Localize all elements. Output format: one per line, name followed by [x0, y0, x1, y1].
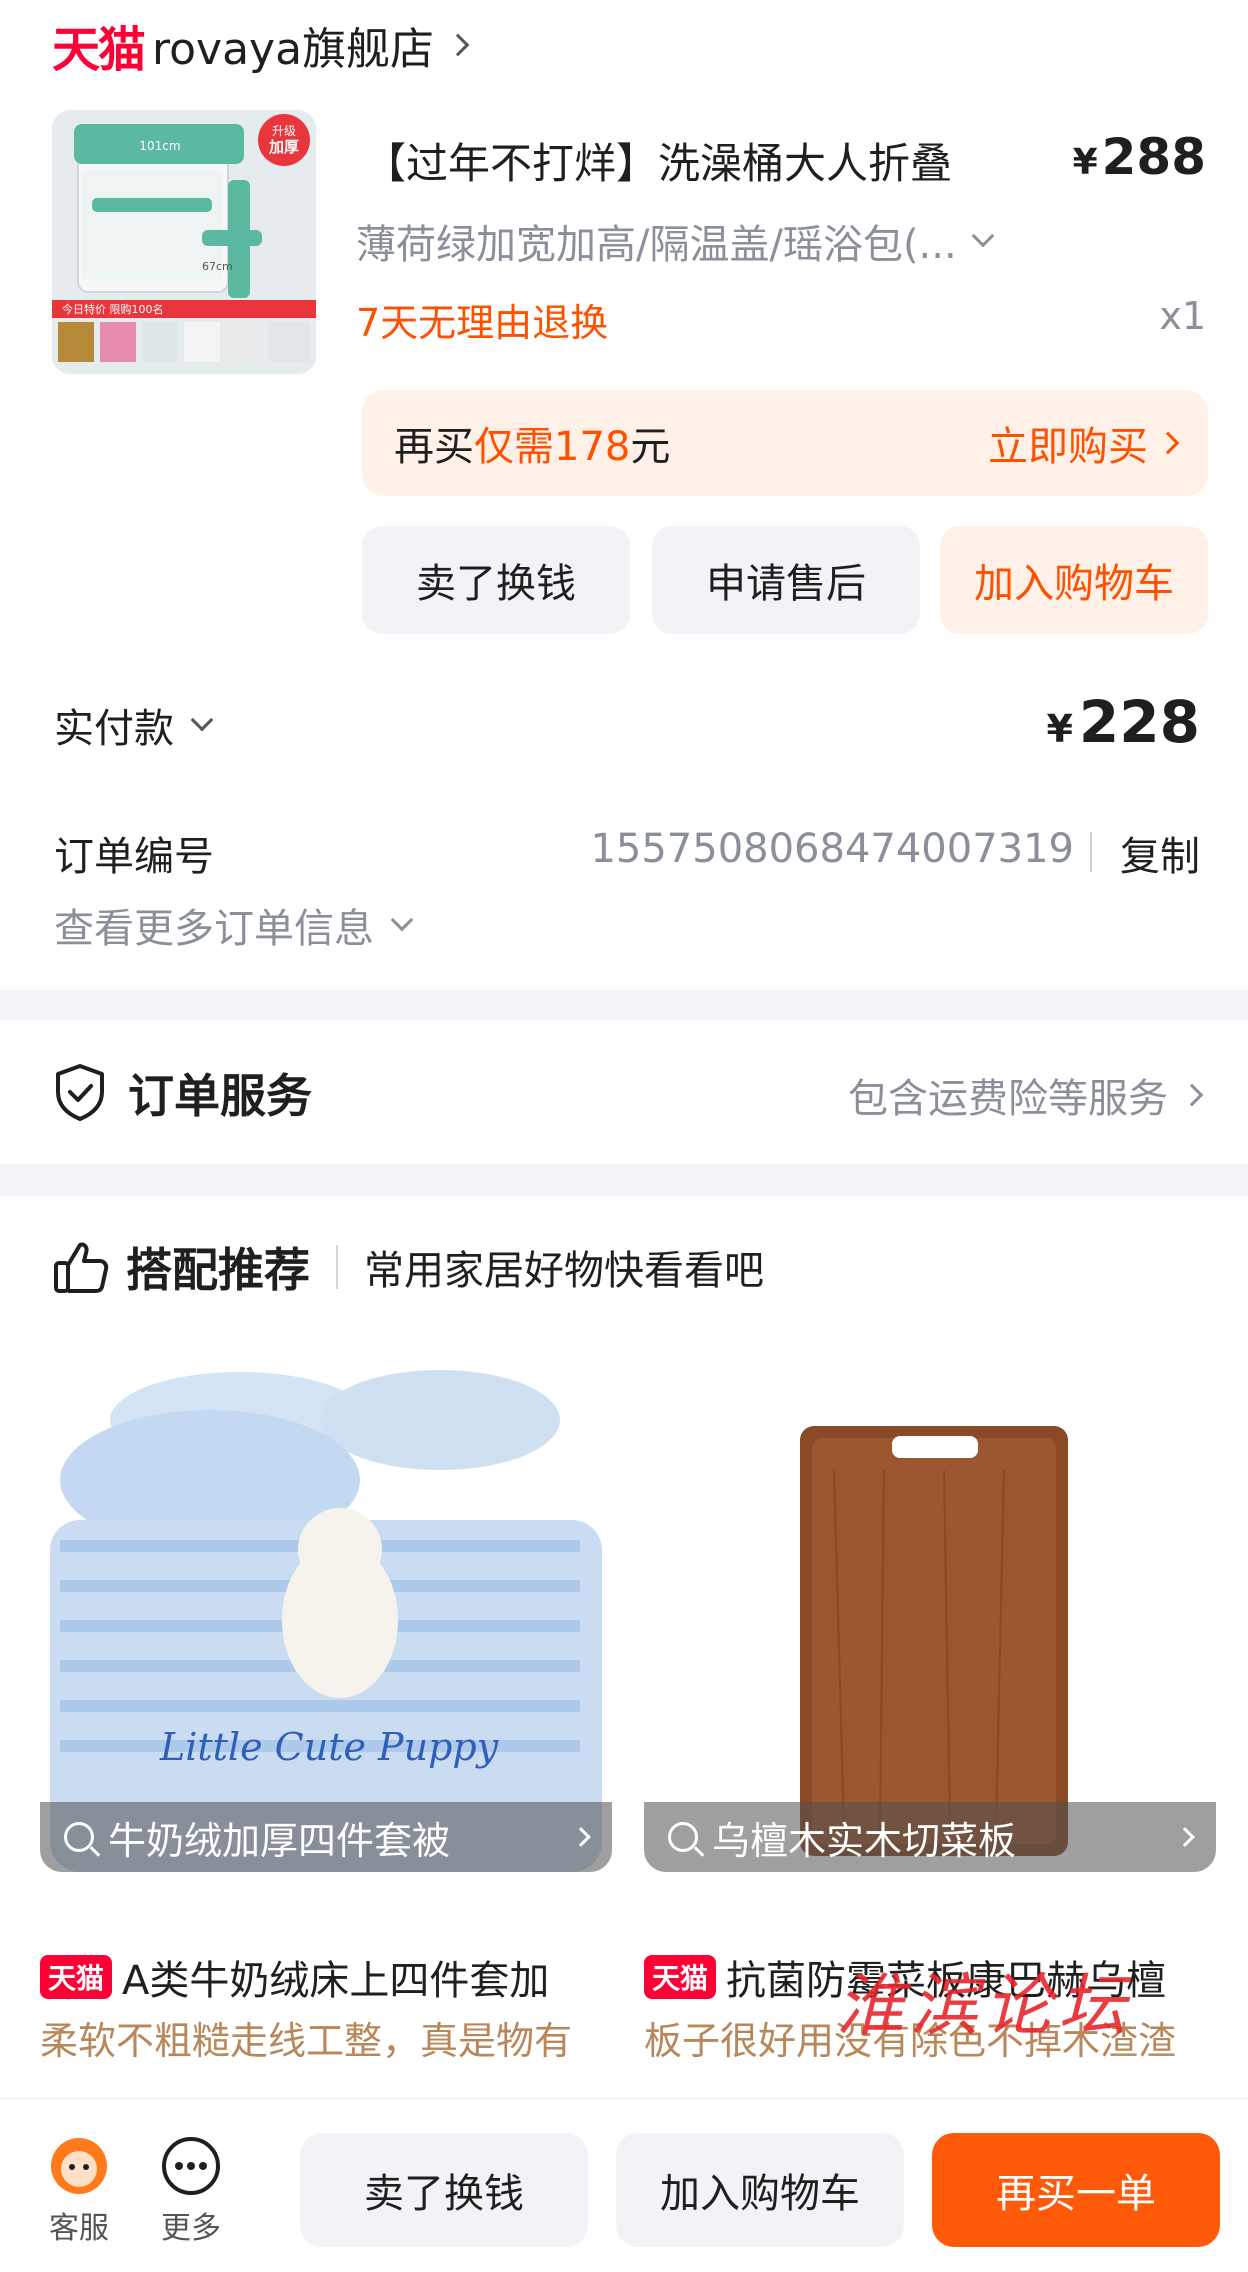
- recommend-card-image[interactable]: 乌檀木实木切菜板: [644, 1350, 1216, 1872]
- more-button[interactable]: 更多: [160, 2135, 222, 2247]
- price-value: 288: [1101, 128, 1206, 186]
- similar-search-bar[interactable]: 牛奶绒加厚四件套被: [40, 1802, 612, 1872]
- svg-text:101cm: 101cm: [139, 139, 180, 153]
- chevron-right-icon: [571, 1827, 591, 1847]
- recommend-card-image[interactable]: Little Cute Puppy 牛奶绒加厚四件套被: [40, 1350, 612, 1872]
- cutting-board-image: [644, 1350, 1216, 1872]
- customer-service-button[interactable]: 客服: [48, 2135, 110, 2247]
- product-spec-selector[interactable]: 薄荷绿加宽加高/隔温盖/瑶浴包(...: [356, 212, 995, 270]
- bedding-image: Little Cute Puppy: [40, 1350, 612, 1872]
- currency-symbol: ¥: [1046, 707, 1073, 751]
- section-divider: [0, 990, 1248, 1020]
- tmall-logo: 天猫: [52, 22, 146, 78]
- tmall-tag: 天猫: [40, 1955, 113, 1999]
- rebuy-prefix: 再买: [394, 424, 474, 470]
- service-title: 订单服务: [128, 1069, 312, 1123]
- thumb-badge-bottom: 加厚: [268, 138, 299, 156]
- return-policy: 7天无理由退换: [356, 301, 609, 345]
- bathtub-image: 101cm 67cm 升级 加厚 今日特价 限购100名: [52, 110, 316, 374]
- more-dots-icon: [162, 2137, 220, 2195]
- buy-now-label: 立即购买: [988, 424, 1148, 470]
- paid-label: 实付款: [54, 706, 174, 752]
- chevron-down-icon: [190, 708, 214, 732]
- order-number-label: 订单编号: [54, 834, 214, 880]
- recommend-title: 搭配推荐: [126, 1243, 310, 1297]
- apply-after-sales-button[interactable]: 申请售后: [652, 526, 920, 634]
- recommend-header: 搭配推荐 常用家居好物快看看吧: [52, 1234, 764, 1300]
- rebuy-suffix: 元: [630, 424, 671, 470]
- divider: [336, 1245, 338, 1289]
- search-suggestion: 乌檀木实木切菜板: [712, 1818, 1017, 1863]
- copy-button[interactable]: 复制: [1120, 824, 1200, 882]
- search-suggestion: 牛奶绒加厚四件套被: [108, 1818, 451, 1863]
- svg-text:67cm: 67cm: [202, 260, 233, 273]
- recommend-card-title[interactable]: 天猫 A类牛奶绒床上四件套加: [40, 1948, 612, 2006]
- product-thumbnail[interactable]: 101cm 67cm 升级 加厚 今日特价 限购100名: [52, 110, 316, 374]
- rebuy-price: 仅需178: [474, 424, 631, 470]
- buy-again-button[interactable]: 再买一单: [932, 2133, 1220, 2247]
- add-to-cart-button[interactable]: 加入购物车: [616, 2133, 904, 2247]
- product-quantity: x1: [1159, 294, 1206, 338]
- tmall-tag: 天猫: [644, 1955, 717, 1999]
- chevron-right-icon: [446, 33, 470, 57]
- chevron-down-icon: [390, 908, 414, 932]
- card-title-text: A类牛奶绒床上四件套加: [122, 1958, 550, 2004]
- thumb-badge-top: 升级: [272, 124, 296, 138]
- thumb-promo: 今日特价 限购100名: [62, 302, 164, 316]
- product-price: ¥288: [1073, 128, 1206, 186]
- shop-name[interactable]: rovaya旗舰店: [152, 13, 434, 77]
- chevron-down-icon: [971, 224, 995, 248]
- more-order-info-label: 查看更多订单信息: [54, 906, 374, 952]
- more-label: 更多: [161, 2211, 221, 2246]
- search-icon: [64, 1822, 94, 1852]
- buy-now-link[interactable]: 立即购买: [988, 414, 1180, 472]
- paid-amount-toggle[interactable]: 实付款: [54, 696, 214, 754]
- chevron-right-icon: [1175, 1827, 1195, 1847]
- similar-search-bar[interactable]: 乌檀木实木切菜板: [644, 1802, 1216, 1872]
- order-service-row[interactable]: 订单服务 包含运费险等服务: [0, 1020, 1248, 1164]
- recommend-card-review: 柔软不粗糙走线工整，真是物有: [40, 2019, 573, 2063]
- shop-header[interactable]: 天猫 rovaya旗舰店: [52, 12, 470, 78]
- currency-symbol: ¥: [1072, 142, 1098, 183]
- shield-check-icon: [56, 1064, 104, 1121]
- more-order-info-toggle[interactable]: 查看更多订单信息: [54, 896, 414, 954]
- product-title[interactable]: 【过年不打烊】洗澡桶大人折叠: [364, 130, 952, 191]
- forum-watermark: 淮滨论坛: [836, 1967, 1133, 2046]
- divider: [1090, 832, 1092, 872]
- order-number: 1557508068474007319: [590, 826, 1074, 872]
- customer-service-label: 客服: [49, 2211, 109, 2246]
- sell-for-cash-button[interactable]: 卖了换钱: [362, 526, 630, 634]
- sell-for-cash-button[interactable]: 卖了换钱: [300, 2133, 588, 2247]
- bedding-image-text: Little Cute Puppy: [159, 1725, 499, 1769]
- search-icon: [668, 1822, 698, 1852]
- bottom-action-bar: 客服 更多 卖了换钱 加入购物车 再买一单: [0, 2098, 1248, 2272]
- rebuy-banner[interactable]: 再买仅需178元 立即购买: [362, 390, 1208, 496]
- chevron-right-icon: [1180, 1083, 1204, 1107]
- service-details-link[interactable]: 包含运费险等服务: [848, 1066, 1204, 1124]
- paid-amount: ¥228: [1046, 688, 1200, 756]
- customer-service-icon: [51, 2138, 107, 2194]
- product-spec-text: 薄荷绿加宽加高/隔温盖/瑶浴包(...: [356, 222, 957, 268]
- service-link-label: 包含运费险等服务: [848, 1076, 1168, 1122]
- rebuy-text: 再买仅需178元: [394, 414, 670, 472]
- recommend-subtitle: 常用家居好物快看看吧: [364, 1248, 764, 1294]
- add-to-cart-button[interactable]: 加入购物车: [940, 526, 1208, 634]
- thumbs-up-icon: [54, 1242, 109, 1293]
- section-divider: [0, 1164, 1248, 1196]
- paid-value: 228: [1078, 688, 1200, 756]
- chevron-right-icon: [1156, 431, 1180, 455]
